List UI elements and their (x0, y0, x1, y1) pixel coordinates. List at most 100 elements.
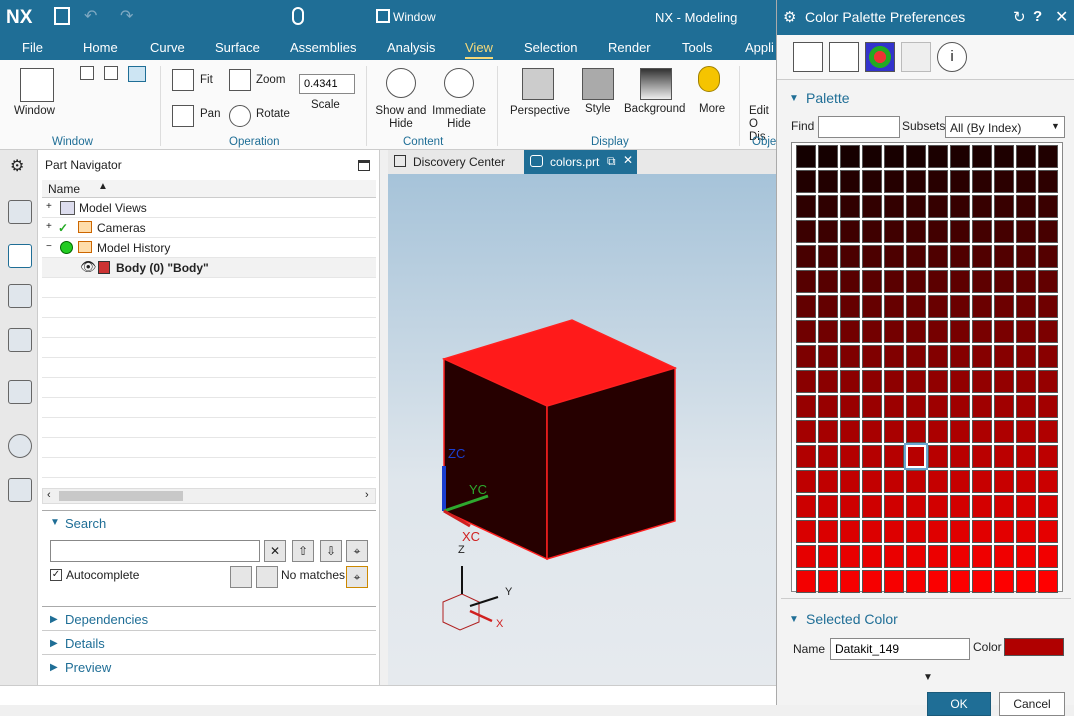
palette-color-cell[interactable] (994, 220, 1014, 243)
menu-view[interactable]: View (465, 40, 493, 59)
palette-color-cell[interactable] (906, 245, 926, 268)
expand-icon[interactable]: + (46, 221, 52, 232)
palette-color-cell[interactable] (796, 245, 816, 268)
window-button-label[interactable]: Window (14, 105, 55, 118)
palette-color-cell[interactable] (1038, 320, 1058, 343)
palette-section-title[interactable]: Palette (806, 90, 850, 106)
tree-row-model-views[interactable]: + Model Views (42, 198, 376, 218)
palette-color-cell[interactable] (1038, 170, 1058, 193)
show-hide-icon[interactable] (386, 68, 416, 98)
style-icon[interactable] (582, 68, 614, 100)
palette-color-cell[interactable] (840, 245, 860, 268)
subsets-dropdown[interactable]: All (By Index) ▼ (945, 116, 1065, 138)
constraint-navigator-icon[interactable] (8, 284, 32, 308)
palette-color-cell[interactable] (818, 245, 838, 268)
palette-color-cell[interactable] (818, 220, 838, 243)
information-icon[interactable]: i (937, 42, 967, 72)
palette-color-cell[interactable] (950, 345, 970, 368)
palette-color-cell[interactable] (972, 320, 992, 343)
zoom-label[interactable]: Zoom (256, 74, 285, 87)
autocomplete-checkbox[interactable]: ✓ (50, 569, 62, 581)
palette-color-cell[interactable] (1016, 295, 1036, 318)
palette-color-cell[interactable] (950, 420, 970, 443)
palette-color-cell[interactable] (1016, 495, 1036, 518)
palette-color-cell[interactable] (862, 320, 882, 343)
scale-input[interactable] (299, 74, 355, 94)
ok-button[interactable]: OK (927, 692, 991, 716)
highlight-matches-icon[interactable]: ⌖ (346, 566, 368, 588)
palette-color-cell[interactable] (818, 370, 838, 393)
more-options-icon[interactable]: ▼ (923, 672, 933, 683)
palette-color-cell[interactable] (840, 470, 860, 493)
palette-collapse-icon[interactable]: ▼ (789, 93, 799, 104)
menu-render[interactable]: Render (608, 40, 651, 55)
palette-color-cell[interactable] (840, 170, 860, 193)
palette-color-cell[interactable] (1016, 195, 1036, 218)
palette-color-cell[interactable] (840, 320, 860, 343)
palette-color-cell[interactable] (1016, 320, 1036, 343)
palette-color-cell[interactable] (906, 370, 926, 393)
palette-color-cell[interactable] (1016, 520, 1036, 543)
palette-color-cell[interactable] (1016, 420, 1036, 443)
color-wheel-icon[interactable] (865, 42, 895, 72)
preview-section[interactable]: Preview (65, 660, 111, 675)
palette-color-cell[interactable] (928, 145, 948, 168)
palette-color-cell[interactable] (862, 245, 882, 268)
save-icon[interactable] (54, 7, 70, 25)
palette-color-cell[interactable] (994, 470, 1014, 493)
palette-color-cell[interactable] (972, 245, 992, 268)
palette-color-cell[interactable] (928, 420, 948, 443)
palette-color-cell[interactable] (972, 145, 992, 168)
palette-color-cell[interactable] (1016, 220, 1036, 243)
palette-color-cell[interactable] (818, 270, 838, 293)
palette-color-cell[interactable] (1038, 270, 1058, 293)
search-input[interactable] (50, 540, 260, 562)
assembly-navigator-icon[interactable] (8, 200, 32, 224)
palette-color-cell[interactable] (1038, 420, 1058, 443)
palette-color-cell[interactable] (796, 545, 816, 568)
settings-gear-icon[interactable]: ⚙ (10, 156, 24, 176)
palette-color-cell[interactable] (1038, 220, 1058, 243)
palette-color-cell[interactable] (884, 345, 904, 368)
menu-assemblies[interactable]: Assemblies (290, 40, 356, 55)
palette-color-cell[interactable] (950, 220, 970, 243)
palette-color-cell[interactable] (796, 520, 816, 543)
immediate-hide-label[interactable]: Immediate Hide (430, 105, 488, 131)
palette-color-cell[interactable] (906, 195, 926, 218)
palette-color-cell[interactable] (972, 545, 992, 568)
palette-color-cell[interactable] (840, 520, 860, 543)
palette-color-cell[interactable] (906, 420, 926, 443)
palette-color-cell[interactable] (972, 345, 992, 368)
palette-color-cell[interactable] (884, 520, 904, 543)
palette-color-cell[interactable] (972, 395, 992, 418)
visibility-eye-icon[interactable]: 👁 (80, 259, 97, 275)
perspective-label[interactable]: Perspective (510, 105, 570, 118)
scroll-thumb[interactable] (59, 491, 183, 501)
palette-color-cell[interactable] (884, 245, 904, 268)
palette-color-cell[interactable] (796, 370, 816, 393)
palette-color-cell[interactable] (840, 195, 860, 218)
palette-color-cell[interactable] (906, 395, 926, 418)
palette-color-cell[interactable] (994, 270, 1014, 293)
immediate-hide-icon[interactable] (444, 68, 474, 98)
graphics-window[interactable]: ZC YC XC Z Y X (388, 174, 776, 685)
clear-search-icon[interactable]: ✕ (264, 540, 286, 562)
palette-color-cell[interactable] (1038, 395, 1058, 418)
selected-color-swatch[interactable] (1004, 638, 1064, 656)
palette-color-cell[interactable] (950, 295, 970, 318)
palette-color-cell[interactable] (1016, 570, 1036, 593)
palette-color-cell[interactable] (928, 320, 948, 343)
previous-match-icon[interactable]: ⇧ (292, 540, 314, 562)
menu-tools[interactable]: Tools (682, 40, 712, 55)
column-header[interactable]: Name ▲ (42, 180, 376, 198)
palette-color-cell[interactable] (928, 195, 948, 218)
palette-color-cell[interactable] (818, 495, 838, 518)
palette-color-cell[interactable] (1038, 445, 1058, 468)
palette-color-cell[interactable] (906, 145, 926, 168)
rotate-label[interactable]: Rotate (256, 108, 290, 121)
dialog-gear-icon[interactable]: ⚙ (783, 8, 796, 26)
palette-color-cell[interactable] (862, 495, 882, 518)
palette-color-cell[interactable] (906, 520, 926, 543)
palette-color-cell[interactable] (884, 545, 904, 568)
palette-color-cell[interactable] (906, 470, 926, 493)
